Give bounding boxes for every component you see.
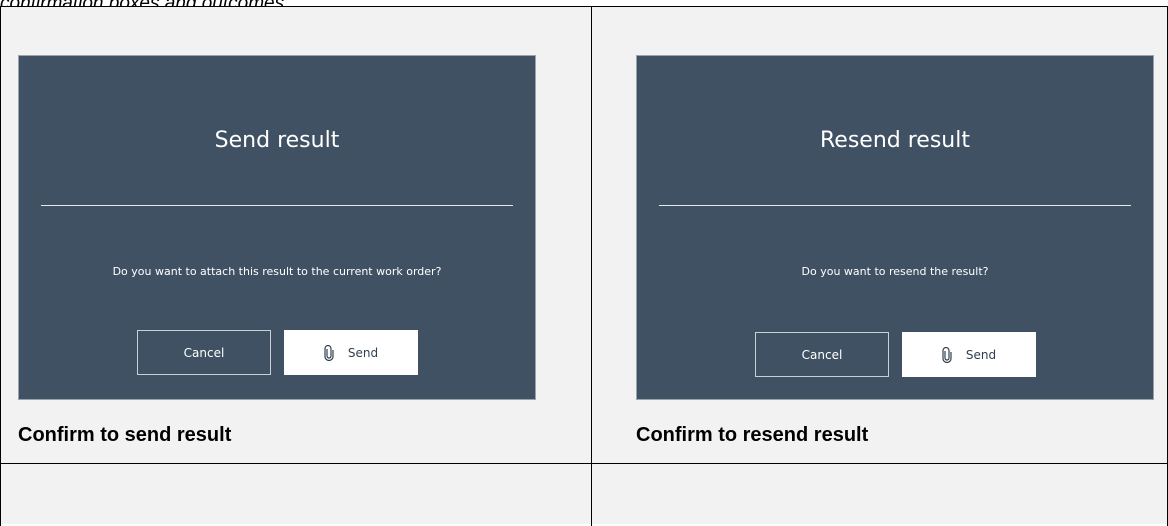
send-button-label: Send [965,347,997,362]
paperclip-icon [942,346,952,363]
panel-caption: Confirm to send result [18,424,232,446]
document-table: Send result Do you want to attach this r… [0,6,1168,526]
dialog-divider [41,205,513,206]
dialog-divider [659,205,1131,206]
cancel-button-label: Cancel [183,345,225,360]
cancel-button-label: Cancel [801,347,843,362]
send-button[interactable]: Send [902,332,1036,377]
dialog-title: Send result [214,128,340,153]
table-border-center [591,6,592,526]
dialog-message: Do you want to attach this result to the… [112,265,442,278]
resend-result-dialog: Resend result Do you want to resend the … [636,55,1154,400]
dialog-title: Resend result [820,128,970,153]
dialog-message: Do you want to resend the result? [801,265,989,278]
table-border-top [0,6,1168,7]
send-button[interactable]: Send [284,330,418,375]
cancel-button[interactable]: Cancel [137,330,271,375]
table-border-middle [0,463,1168,464]
table-cell-bottom-left [1,464,591,524]
table-cell-bottom-right [592,464,1167,524]
send-button-label: Send [347,345,379,360]
table-border-left [0,6,1,526]
panel-caption: Confirm to resend result [636,424,869,446]
cancel-button[interactable]: Cancel [755,332,889,377]
paperclip-icon [324,344,334,361]
send-result-dialog: Send result Do you want to attach this r… [18,55,536,400]
